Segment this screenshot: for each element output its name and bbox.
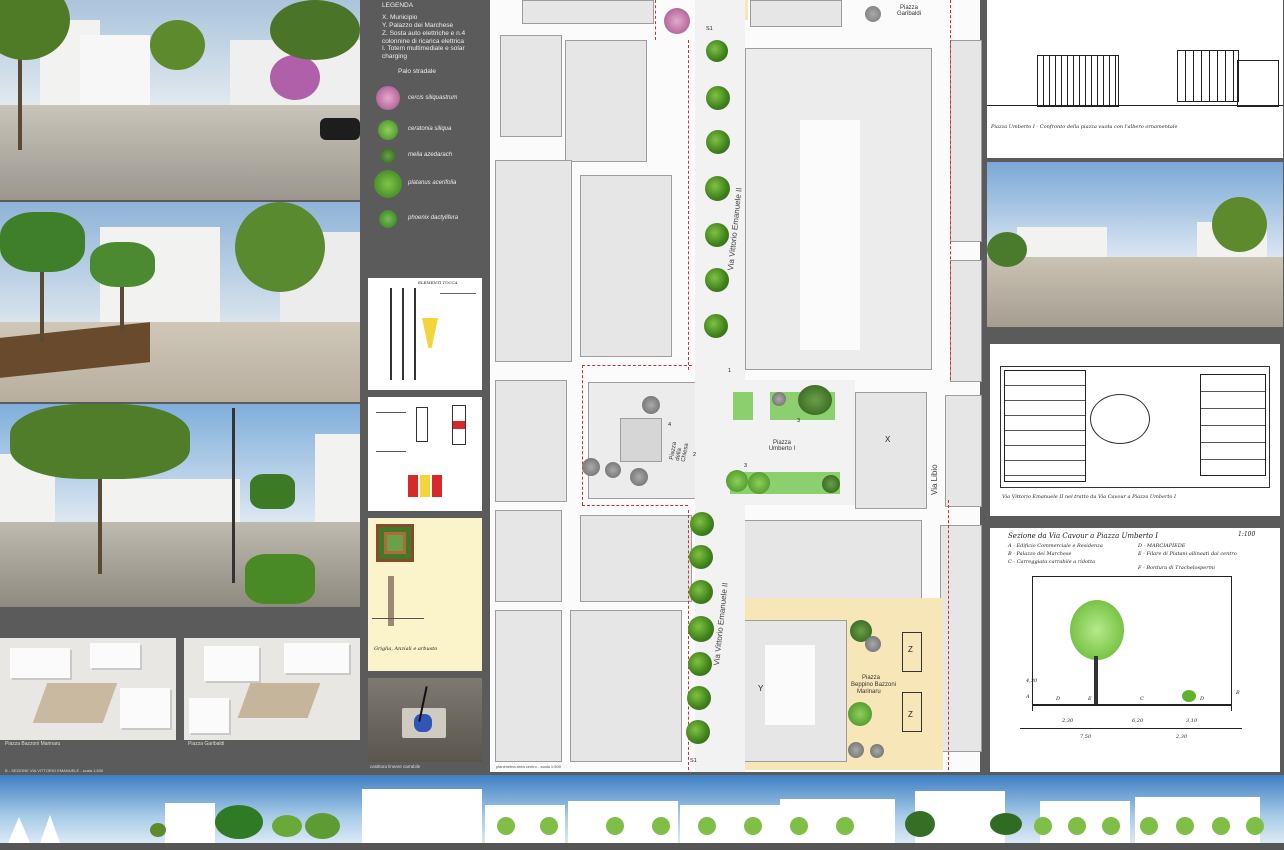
legend-plant-cercis: cercis siliquastrum bbox=[408, 95, 458, 101]
sketch-lamp-posts: ELEMENTI TOCCA bbox=[368, 278, 482, 390]
section-letter-d1: D bbox=[1056, 696, 1061, 702]
cercis-swatch bbox=[376, 86, 400, 110]
phoenix-swatch bbox=[379, 210, 397, 228]
section-legend-f: F - Bordura di Trachelospermi bbox=[1138, 565, 1215, 571]
render-via-vittorio-palms bbox=[0, 202, 360, 402]
bollard-caption: castitura lineare carrabile bbox=[370, 764, 421, 769]
dim-4: 3,10 bbox=[1186, 718, 1198, 724]
section-letter-d2: D bbox=[1200, 696, 1205, 702]
sketch-piazza-umberto: Piazza Umberto I - Confronto della piazz… bbox=[987, 0, 1283, 158]
site-plan: Piazza Garibaldi Piazza Umberto I Piazza… bbox=[490, 0, 982, 772]
sketch-grid-caption: Griglia, Anziali e arbusto bbox=[374, 646, 438, 652]
section-legend-e: E - Filare di Platani allineati dal cent… bbox=[1138, 551, 1237, 557]
section-letter-e: E bbox=[1088, 696, 1092, 702]
mark-z1: Z bbox=[908, 645, 913, 654]
section-title: Sezione da Via Cavour a Piazza Umberto I bbox=[1008, 532, 1159, 540]
section-drawing: Sezione da Via Cavour a Piazza Umberto I… bbox=[990, 528, 1280, 772]
ceratonia-swatch bbox=[378, 120, 398, 140]
render-aerial-garibaldi bbox=[184, 638, 360, 740]
dim-3: 6,20 bbox=[1132, 718, 1144, 724]
plan-caption: planimetria area centro - scala 1:500 bbox=[496, 764, 561, 769]
mark-s1-south: S1 bbox=[690, 758, 697, 764]
section-legend-a: A - Edificio Commerciale e Residenza bbox=[1008, 543, 1103, 549]
sketch-bollard-photo bbox=[368, 678, 482, 762]
street-elevation bbox=[0, 775, 1284, 850]
mark-1: 1 bbox=[728, 368, 732, 374]
caption-bazzoni: Piazza Bazzoni Marinaru bbox=[5, 741, 61, 747]
render-piazza-garibaldi bbox=[0, 0, 360, 200]
mark-z2: Z bbox=[908, 710, 913, 719]
dim-1: 4,30 bbox=[1026, 678, 1038, 684]
label-via-libio: Via Libio bbox=[930, 464, 939, 495]
label-piazza-garibaldi: Piazza Garibaldi bbox=[896, 5, 921, 17]
section-letter-c: C bbox=[1140, 696, 1144, 702]
sketch-lamp-title: ELEMENTI TOCCA bbox=[418, 280, 458, 285]
legend-item-i: I. Totem multimediale e solar charging bbox=[382, 45, 465, 60]
label-piazza-umberto: Piazza Umberto I bbox=[768, 440, 796, 452]
sketch-vittorio-caption: Via Vittorio Emanuele II nel tratto da V… bbox=[1002, 494, 1177, 500]
caption-section: B - SEZIONE VIA VITTORIO EMANUELE - scal… bbox=[5, 768, 104, 773]
legend-plant-platanus: platanus acerifolia bbox=[408, 180, 457, 186]
section-scale: 1:100 bbox=[1238, 531, 1256, 538]
sketch-via-vittorio: Via Vittorio Emanuele II nel tratto da V… bbox=[990, 344, 1280, 516]
legend-item-z: Z. Sosta auto elettriche e n.4 colonnine… bbox=[382, 30, 466, 45]
mark-x: X bbox=[885, 435, 891, 444]
sketch-umberto-caption: Piazza Umberto I - Confronto della piazz… bbox=[991, 124, 1178, 130]
legend-title: LEGENDA bbox=[382, 2, 414, 9]
section-letter-b: B bbox=[1236, 690, 1240, 696]
render-lamp-street bbox=[0, 404, 360, 607]
mark-s1-north: S1 bbox=[706, 26, 713, 32]
legend-plant-ceratonia: ceratonia siliqua bbox=[408, 126, 452, 132]
legend-plant-phoenix: phoenix dactylifera bbox=[408, 215, 459, 221]
section-letter-a: A bbox=[1026, 694, 1030, 700]
section-legend-d: D - MARCIAPIEDE bbox=[1138, 543, 1186, 549]
mark-2: 2 bbox=[693, 452, 697, 458]
mark-4: 4 bbox=[668, 422, 672, 428]
section-legend-c: C - Carreggiata carrabile a ridotta bbox=[1008, 559, 1096, 565]
legend-item-y: Y. Palazzo dei Marchese bbox=[382, 22, 454, 29]
dim-2: 2,30 bbox=[1062, 718, 1074, 724]
legend-lamp: Palo stradale bbox=[398, 68, 436, 75]
dim-6: 2,30 bbox=[1176, 734, 1188, 740]
label-bazzoni-2: Beppino Bazzoni bbox=[851, 682, 897, 688]
caption-garibaldi: Piazza Garibaldi bbox=[188, 741, 225, 747]
melia-swatch bbox=[380, 148, 396, 164]
sketch-totem bbox=[368, 397, 482, 511]
render-piazza-umberto bbox=[987, 162, 1283, 327]
legend-panel: LEGENDA X. Municipio Y. Palazzo dei Marc… bbox=[366, 0, 486, 270]
render-aerial-bazzoni bbox=[0, 638, 176, 740]
mark-y: Y bbox=[758, 684, 764, 693]
legend-plant-melia: melia azedarach bbox=[408, 152, 453, 158]
dim-5: 7,50 bbox=[1080, 734, 1092, 740]
sketch-tree-grid: Griglia, Anziali e arbusto bbox=[368, 518, 482, 671]
mark-3b: 3 bbox=[744, 463, 748, 469]
mark-3a: 3 bbox=[797, 418, 801, 424]
section-legend-b: B - Palazzo dei Marchese bbox=[1008, 551, 1072, 557]
platanus-swatch bbox=[374, 170, 402, 198]
label-bazzoni-3: Marinaru bbox=[857, 689, 881, 695]
legend-item-x: X. Municipio bbox=[382, 14, 418, 21]
label-bazzoni-1: Piazza bbox=[862, 675, 881, 681]
